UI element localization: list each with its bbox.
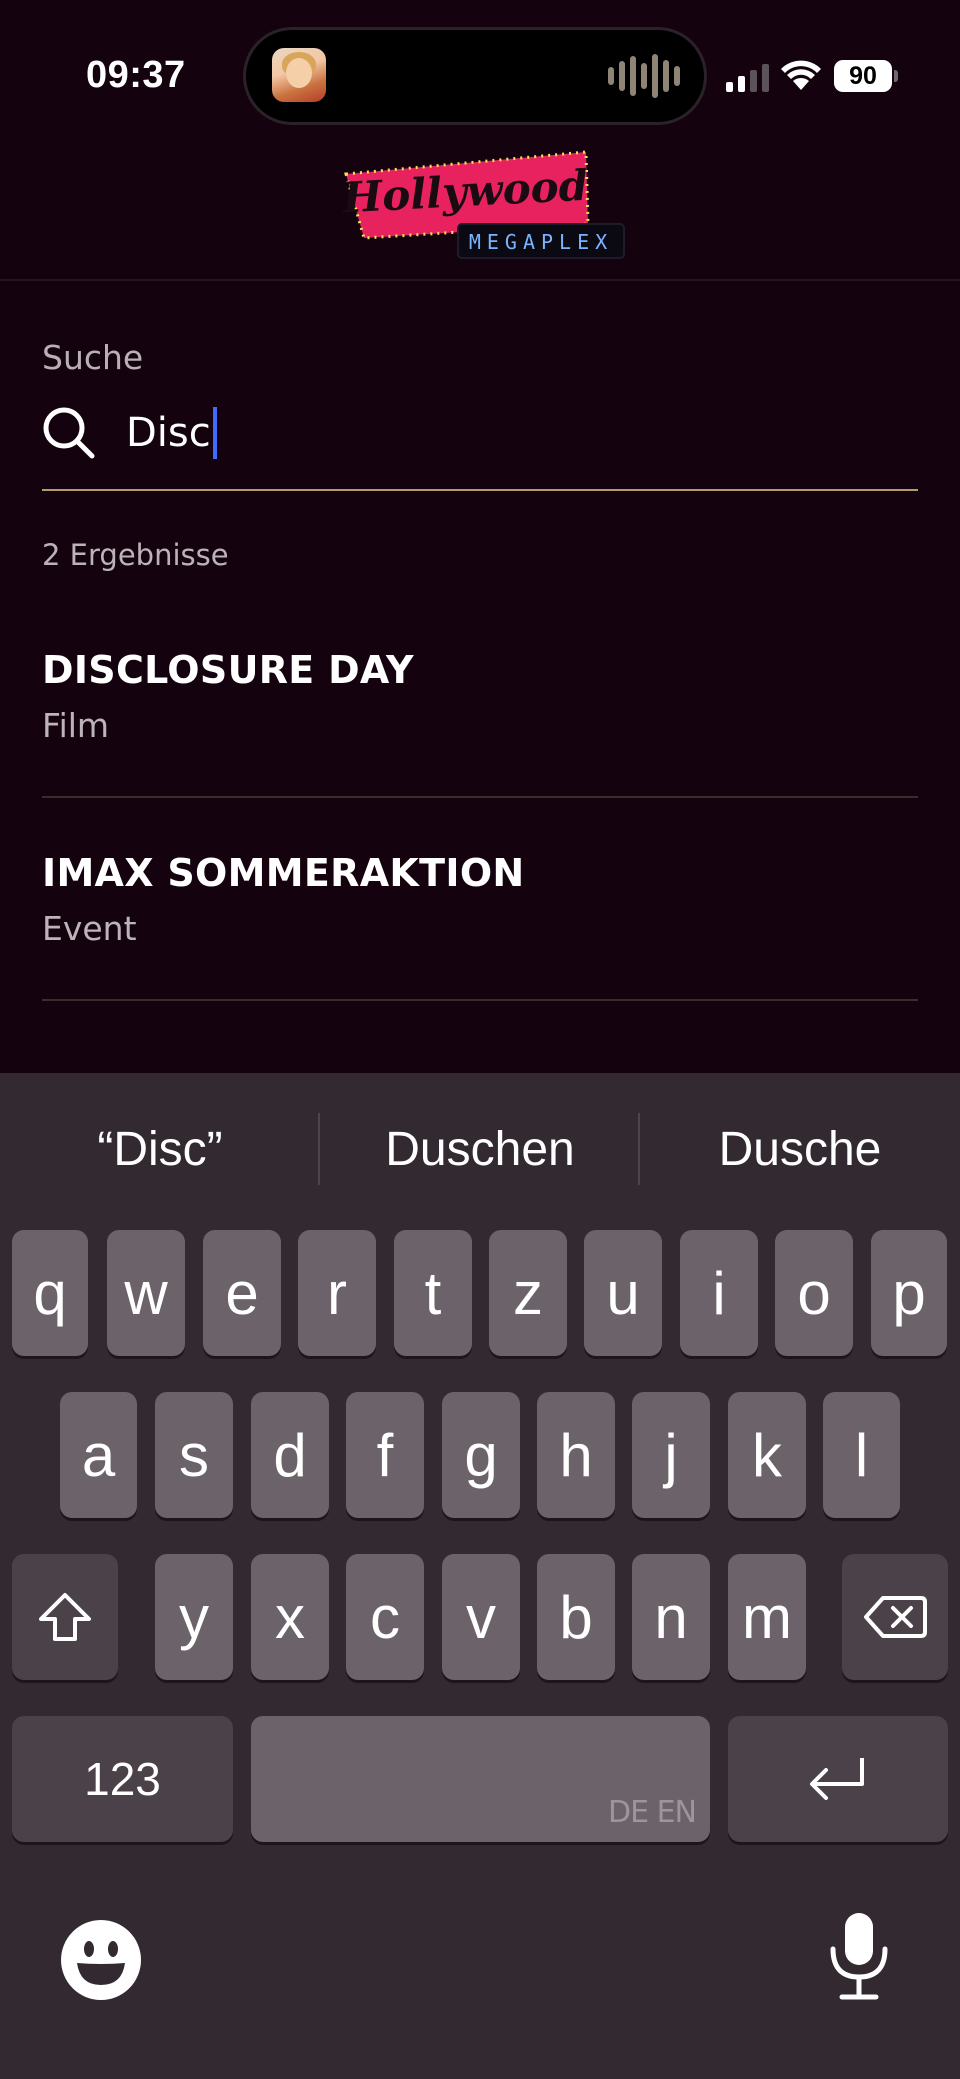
key-l[interactable]: l [823, 1392, 900, 1518]
shift-icon [39, 1593, 91, 1641]
key-e[interactable]: e [203, 1230, 281, 1356]
wifi-icon [781, 60, 821, 90]
return-icon [810, 1758, 864, 1800]
battery-cap [894, 70, 898, 82]
key-i[interactable]: i [680, 1230, 758, 1356]
result-title: DISCLOSURE DAY [42, 648, 414, 692]
emoji-icon[interactable] [60, 1919, 142, 2001]
key-j[interactable]: j [632, 1392, 710, 1518]
space-bar[interactable]: DE EN [251, 1716, 710, 1842]
dynamic-island[interactable] [246, 30, 704, 122]
key-u[interactable]: u [584, 1230, 662, 1356]
suggestion-literal[interactable]: “Disc” [0, 1115, 320, 1185]
result-item-disclosure-day[interactable]: DISCLOSURE DAY Film [42, 648, 918, 848]
key-k[interactable]: k [728, 1392, 806, 1518]
key-s[interactable]: s [155, 1392, 233, 1518]
result-count: 2 Ergebnisse [42, 538, 229, 572]
search-icon [43, 407, 95, 459]
logo-subtitle: MEGAPLEX [469, 230, 613, 254]
key-w[interactable]: w [107, 1230, 185, 1356]
hollywood-megaplex-logo[interactable]: Hollywood MEGAPLEX [340, 146, 630, 266]
key-m[interactable]: m [728, 1554, 806, 1680]
result-divider [42, 796, 918, 798]
key-f[interactable]: f [346, 1392, 424, 1518]
key-a[interactable]: a [60, 1392, 137, 1518]
result-type: Event [42, 909, 137, 948]
on-screen-keyboard: “Disc” Duschen Dusche q w e r t z u i o … [0, 1073, 960, 2079]
result-item-imax-sommeraktion[interactable]: IMAX SOMMERAKTION Event [42, 851, 918, 1051]
result-title: IMAX SOMMERAKTION [42, 851, 525, 895]
audio-waveform-icon [608, 54, 680, 98]
key-x[interactable]: x [251, 1554, 329, 1680]
search-input[interactable]: Disc [126, 406, 906, 460]
key-r[interactable]: r [298, 1230, 376, 1356]
key-o[interactable]: o [775, 1230, 853, 1356]
search-underline [42, 489, 918, 491]
numbers-key[interactable]: 123 [12, 1716, 233, 1842]
shift-key[interactable] [12, 1554, 118, 1680]
backspace-key[interactable] [842, 1554, 948, 1680]
key-t[interactable]: t [394, 1230, 472, 1356]
key-g[interactable]: g [442, 1392, 520, 1518]
search-label: Suche [42, 338, 144, 377]
key-y[interactable]: y [155, 1554, 233, 1680]
key-b[interactable]: b [537, 1554, 615, 1680]
cellular-signal-icon [726, 64, 769, 92]
status-time: 09:37 [86, 54, 186, 96]
language-hint: DE EN [608, 1795, 697, 1830]
microphone-icon[interactable] [826, 1911, 892, 2001]
result-divider [42, 999, 918, 1001]
now-playing-artwork[interactable] [272, 48, 326, 102]
key-p[interactable]: p [871, 1230, 947, 1356]
key-n[interactable]: n [632, 1554, 710, 1680]
key-d[interactable]: d [251, 1392, 329, 1518]
suggestion-dusche[interactable]: Dusche [640, 1115, 960, 1185]
search-input-value: Disc [126, 410, 211, 456]
header-divider [0, 279, 960, 281]
key-h[interactable]: h [537, 1392, 615, 1518]
suggestion-bar: “Disc” Duschen Dusche [0, 1073, 960, 1223]
suggestion-duschen[interactable]: Duschen [320, 1115, 640, 1185]
text-caret [212, 407, 217, 459]
key-v[interactable]: v [442, 1554, 520, 1680]
status-bar: 09:37 90 [0, 0, 960, 150]
key-q[interactable]: q [12, 1230, 88, 1356]
return-key[interactable] [728, 1716, 948, 1842]
key-z[interactable]: z [489, 1230, 567, 1356]
backspace-icon [864, 1596, 927, 1638]
battery-indicator: 90 [834, 60, 892, 92]
result-type: Film [42, 706, 110, 745]
key-c[interactable]: c [346, 1554, 424, 1680]
